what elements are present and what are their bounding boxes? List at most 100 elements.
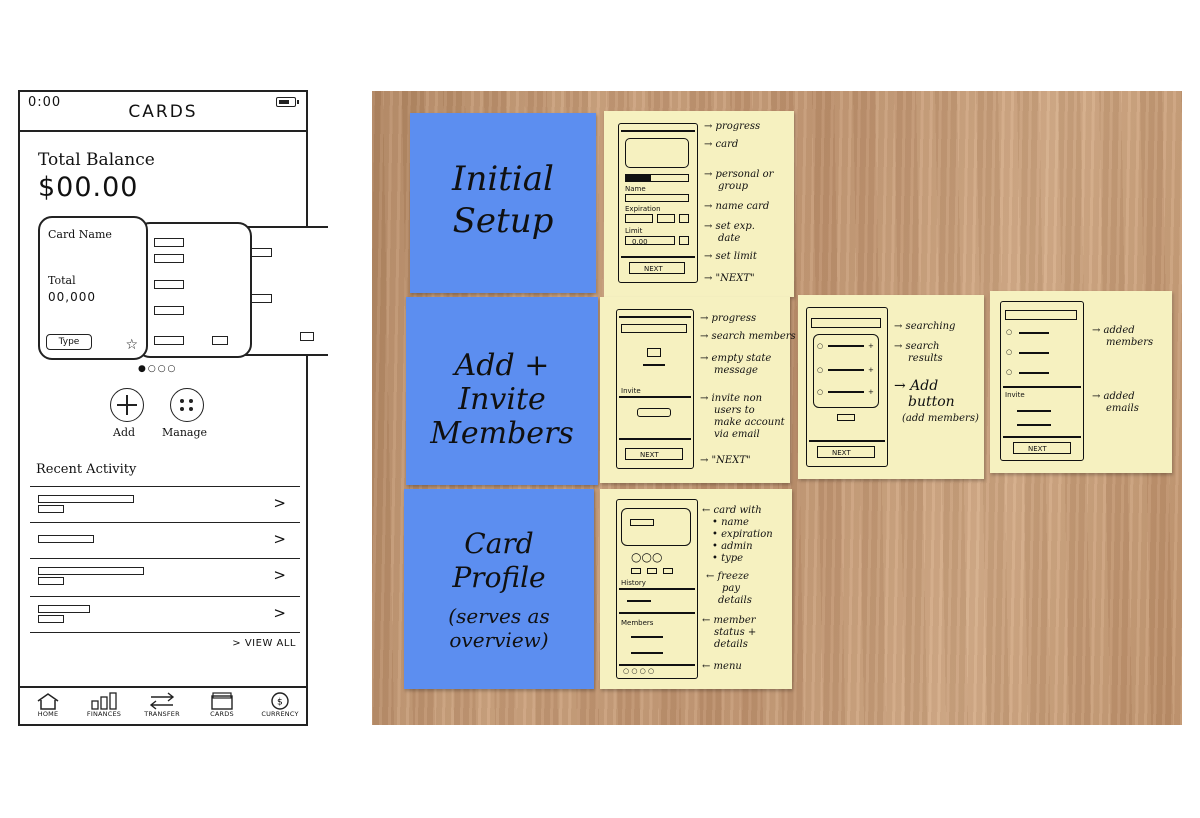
result-line <box>828 345 864 347</box>
tab-finances[interactable]: FINANCES <box>76 692 132 718</box>
add-member-icon: + <box>868 366 874 374</box>
header-divider <box>20 130 306 132</box>
section-note-card-profile: Card Profile (serves as overview) <box>404 489 594 689</box>
invite-screen-sketch: Invite NEXT <box>616 309 694 469</box>
next-label: NEXT <box>1028 445 1047 453</box>
exp-field-sketch <box>679 214 689 223</box>
name-field-sketch <box>625 194 689 202</box>
limit-value: 0.00 <box>632 238 648 246</box>
tab-cards[interactable]: CARDS <box>194 692 250 718</box>
sketch-box <box>647 568 657 574</box>
annotation: users to <box>714 405 755 416</box>
add-member-icon: + <box>868 342 874 350</box>
invite-field-sketch <box>637 408 671 417</box>
activity-row[interactable]: > <box>30 596 300 630</box>
section-title-line: Initial <box>452 159 554 199</box>
annotation: group <box>718 181 749 192</box>
section-title-line: Card <box>464 527 534 560</box>
card-carousel-item-1[interactable]: Card Name Total 00,000 Type ☆ <box>38 216 148 360</box>
history-line <box>627 600 651 602</box>
activity-row[interactable]: > <box>30 522 300 556</box>
transfer-arrows-icon <box>149 692 175 710</box>
annotation: date <box>718 233 741 244</box>
member-line <box>1019 372 1049 374</box>
annotation: ← freeze <box>706 571 750 582</box>
card-line <box>212 336 228 345</box>
sketch-box <box>631 568 641 574</box>
member-line <box>1019 332 1049 334</box>
divider-sketch <box>619 612 695 614</box>
activity-text-placeholder <box>38 605 90 613</box>
carousel-pagination-dots[interactable]: ●○○○ <box>138 364 177 374</box>
next-button-sketch: NEXT <box>625 448 683 460</box>
section-title-line: Setup <box>452 201 554 241</box>
tab-label: HOME <box>37 710 59 718</box>
balance-label: Total Balance <box>38 150 155 170</box>
cards-stack-icon <box>211 692 233 710</box>
activity-text-placeholder <box>38 535 94 543</box>
annotation: details <box>714 639 748 650</box>
annotation: → progress <box>700 313 757 324</box>
card-carousel-item-2[interactable] <box>136 222 252 358</box>
invite-label: Invite <box>621 387 641 395</box>
tab-label: FINANCES <box>86 710 122 718</box>
search-field-sketch <box>811 318 881 328</box>
toggle-sketch <box>625 174 689 182</box>
svg-text:$: $ <box>277 698 283 708</box>
activity-row[interactable]: > <box>30 486 300 520</box>
invite-sketch-note: Invite NEXT → progress → search members … <box>600 297 796 483</box>
annotation: via email <box>714 429 760 440</box>
manage-cards-button[interactable] <box>170 388 204 422</box>
annotation: → set exp. <box>704 221 755 232</box>
next-label: NEXT <box>640 451 659 459</box>
annotation: • expiration <box>712 529 773 540</box>
email-line <box>1017 424 1051 426</box>
view-all-link[interactable]: > VIEW ALL <box>232 638 296 649</box>
members-label: Members <box>621 619 654 627</box>
next-label: NEXT <box>832 449 851 457</box>
activity-row[interactable]: > <box>30 558 300 592</box>
avatar-icon: ○ <box>1006 348 1013 356</box>
tab-home[interactable]: HOME <box>20 692 76 718</box>
divider-sketch <box>809 440 885 442</box>
add-label: Add <box>113 426 136 439</box>
bottom-tab-bar: HOME FINANCES TRANSFER CARDS $ CURRENCY <box>20 686 306 728</box>
phone-wireframe: 0:00 CARDS Total Balance $00.00 Card Nam… <box>18 90 328 728</box>
manage-label: Manage <box>162 426 208 439</box>
card-name: Card Name <box>48 228 112 241</box>
add-card-button[interactable] <box>110 388 144 422</box>
search-field-sketch <box>621 324 687 333</box>
card-sketch <box>625 138 689 168</box>
star-icon[interactable]: ☆ <box>125 338 138 352</box>
annotation: ← menu <box>702 661 742 672</box>
annotation: → search <box>894 341 940 352</box>
tab-currency[interactable]: $ CURRENCY <box>252 692 308 718</box>
search-screen-sketch: ○ ○ ○ + + + NEXT <box>806 307 888 467</box>
search-field-sketch <box>1005 310 1077 320</box>
annotation: → card <box>704 139 739 150</box>
annotation: emails <box>1106 403 1139 414</box>
add-member-icon: + <box>868 388 874 396</box>
result-line <box>828 391 864 393</box>
search-sketch-note: ○ ○ ○ + + + NEXT → searching → search re… <box>798 295 984 479</box>
annotation: • name <box>712 517 749 528</box>
annotation: → Add <box>894 378 939 394</box>
progress-bar-sketch <box>619 316 691 318</box>
tab-transfer[interactable]: TRANSFER <box>134 692 190 718</box>
email-line <box>1017 410 1051 412</box>
section-note-add-invite-members: Add + Invite Members <box>406 297 598 485</box>
exp-field-sketch <box>625 214 653 223</box>
annotation: results <box>908 353 943 364</box>
empty-state-sketch <box>647 348 661 357</box>
annotation: → added <box>1092 391 1135 402</box>
annotation: → personal or <box>704 169 774 180</box>
chevron-right-icon: > <box>273 530 286 548</box>
divider-sketch <box>619 438 691 440</box>
section-title-line: (serves as <box>448 604 550 628</box>
annotation: → searching <box>894 321 956 332</box>
card-line <box>300 332 314 341</box>
section-title-line: Invite <box>458 382 546 417</box>
progress-bar-sketch <box>621 130 695 132</box>
annotation: message <box>714 365 758 376</box>
card-type-badge: Type <box>46 334 92 350</box>
